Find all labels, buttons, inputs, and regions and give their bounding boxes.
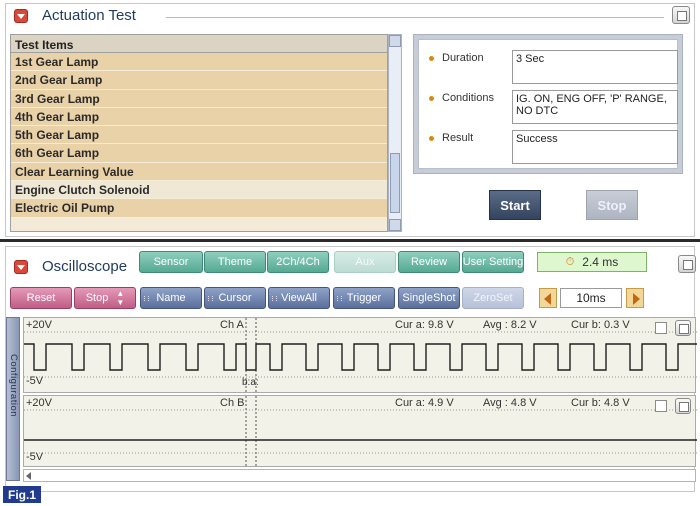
ch-a-expand-button[interactable] [675, 320, 691, 336]
scroll-thumb[interactable] [390, 153, 400, 213]
ch-b-average: Avg : 4.8 V [483, 397, 537, 409]
detail-inner: Duration 3 Sec Conditions IG. ON, ENG OF… [418, 39, 678, 169]
timebase-increase-icon[interactable] [626, 288, 644, 308]
ch-b-cursor-a: Cur a: 4.9 V [395, 397, 454, 409]
singleshot-button[interactable]: SingleShot [398, 287, 460, 309]
bullet-icon [429, 55, 434, 61]
ch-a-checkbox[interactable] [655, 322, 667, 334]
zeroset-button[interactable]: ZeroSet [462, 287, 524, 309]
scroll-down-icon[interactable] [389, 219, 401, 231]
horizontal-scrollbar[interactable] [23, 469, 696, 482]
header-divider [166, 17, 664, 18]
bullet-icon [429, 135, 434, 141]
ch-a-average: Avg : 8.2 V [483, 319, 537, 331]
list-item[interactable]: 6th Gear Lamp [11, 144, 387, 163]
test-detail-panel: Duration 3 Sec Conditions IG. ON, ENG OF… [413, 34, 683, 174]
stop-dropdown-label: Stop [85, 292, 109, 304]
stop-button[interactable]: Stop [586, 190, 638, 220]
timebase-decrease-icon[interactable] [539, 288, 557, 308]
oscilloscope-title: Oscilloscope [42, 258, 128, 275]
maximize-button[interactable] [678, 255, 696, 273]
list-scrollbar[interactable] [388, 34, 402, 232]
grip-icon [208, 296, 213, 301]
cursor-button[interactable]: Cursor [204, 287, 266, 309]
name-button[interactable]: Name [140, 287, 202, 309]
ch-b-expand-button[interactable] [675, 398, 691, 414]
ch-a-bottom-scale: -5V [26, 375, 44, 387]
timebase-value: 10ms [560, 288, 622, 308]
conditions-value: IG. ON, ENG OFF, 'P' RANGE, NO DTC [512, 90, 678, 124]
aux-button[interactable]: Aux [334, 251, 396, 273]
ch-b-top-scale: +20V [26, 397, 52, 409]
ch-a-cursor-a: Cur a: 9.8 V [395, 319, 454, 331]
time-readout: ⏱ 2.4 ms [537, 252, 647, 272]
list-body: 1st Gear Lamp 2nd Gear Lamp 3rd Gear Lamp 4… [11, 53, 387, 218]
viewall-button[interactable]: ViewAll [268, 287, 330, 309]
duration-value: 3 Sec [512, 50, 678, 84]
user-setting-button[interactable]: User Setting [462, 251, 524, 273]
maximize-button[interactable] [672, 6, 690, 24]
collapse-icon[interactable] [14, 260, 28, 274]
list-item[interactable]: Clear Learning Value [11, 162, 387, 182]
ch-b-bottom-scale: -5V [26, 451, 44, 463]
ch-a-name: Ch A [220, 319, 244, 331]
clock-icon: ⏱ [565, 255, 575, 268]
duration-label: Duration [429, 52, 484, 64]
scroll-up-icon[interactable] [389, 35, 401, 47]
ch-b-cursor-b: Cur b: 4.8 V [571, 397, 630, 409]
test-items-list: Test Items 1st Gear Lamp 2nd Gear Lamp 3rd… [10, 34, 388, 232]
start-button[interactable]: Start [489, 190, 541, 220]
time-readout-value: 2.4 ms [582, 255, 619, 269]
ch-a-cursor-b: Cur b: 0.3 V [571, 319, 630, 331]
channels-button[interactable]: 2Ch/4Ch [267, 251, 329, 273]
result-label: Result [429, 132, 473, 144]
trigger-button[interactable]: Trigger [333, 287, 395, 309]
list-item[interactable]: Electric Oil Pump [11, 199, 387, 218]
list-item[interactable]: 2nd Gear Lamp [11, 71, 387, 90]
result-value: Success [512, 130, 678, 164]
ch-b-name: Ch B [220, 397, 245, 409]
theme-button[interactable]: Theme [204, 251, 266, 273]
actuation-test-panel: Actuation Test Test Items 1st Gear Lamp 2… [5, 3, 695, 237]
configuration-tab-label: Configuration [8, 354, 19, 418]
ch-b-checkbox[interactable] [655, 400, 667, 412]
grip-icon [144, 296, 149, 301]
sensor-button[interactable]: Sensor [139, 251, 203, 273]
grip-icon [272, 296, 277, 301]
reset-button[interactable]: Reset [10, 287, 72, 309]
list-item[interactable]: 1st Gear Lamp [11, 53, 387, 72]
actuation-title: Actuation Test [42, 7, 136, 24]
list-item[interactable]: Engine Clutch Solenoid [11, 181, 387, 200]
list-item[interactable]: 4th Gear Lamp [11, 107, 387, 127]
collapse-icon[interactable] [14, 9, 28, 23]
stop-dropdown-button[interactable]: Stop ▲ ▼ [74, 287, 136, 309]
figure-label: Fig.1 [3, 486, 41, 503]
grip-icon [337, 296, 342, 301]
dropdown-arrow-icon: ▲ ▼ [116, 289, 125, 307]
configuration-tab[interactable]: Configuration [6, 317, 20, 481]
list-header: Test Items [11, 35, 387, 53]
channel-b-view[interactable]: +20V -5V Ch B Cur a: 4.9 V Avg : 4.8 V C… [23, 395, 697, 468]
ch-a-cursor-label: b:a: [242, 377, 259, 388]
conditions-label: Conditions [429, 92, 494, 104]
list-item[interactable]: 3rd Gear Lamp [11, 89, 387, 108]
review-button[interactable]: Review [398, 251, 460, 273]
oscilloscope-panel: Oscilloscope Sensor Theme 2Ch/4Ch Aux Re… [5, 246, 697, 492]
bullet-icon [429, 95, 434, 101]
ch-a-top-scale: +20V [26, 319, 52, 331]
panel-divider [0, 239, 700, 242]
channel-a-view[interactable]: +20V -5V Ch A Cur a: 9.8 V Avg : 8.2 V C… [23, 317, 697, 394]
list-item[interactable]: 5th Gear Lamp [11, 126, 387, 145]
